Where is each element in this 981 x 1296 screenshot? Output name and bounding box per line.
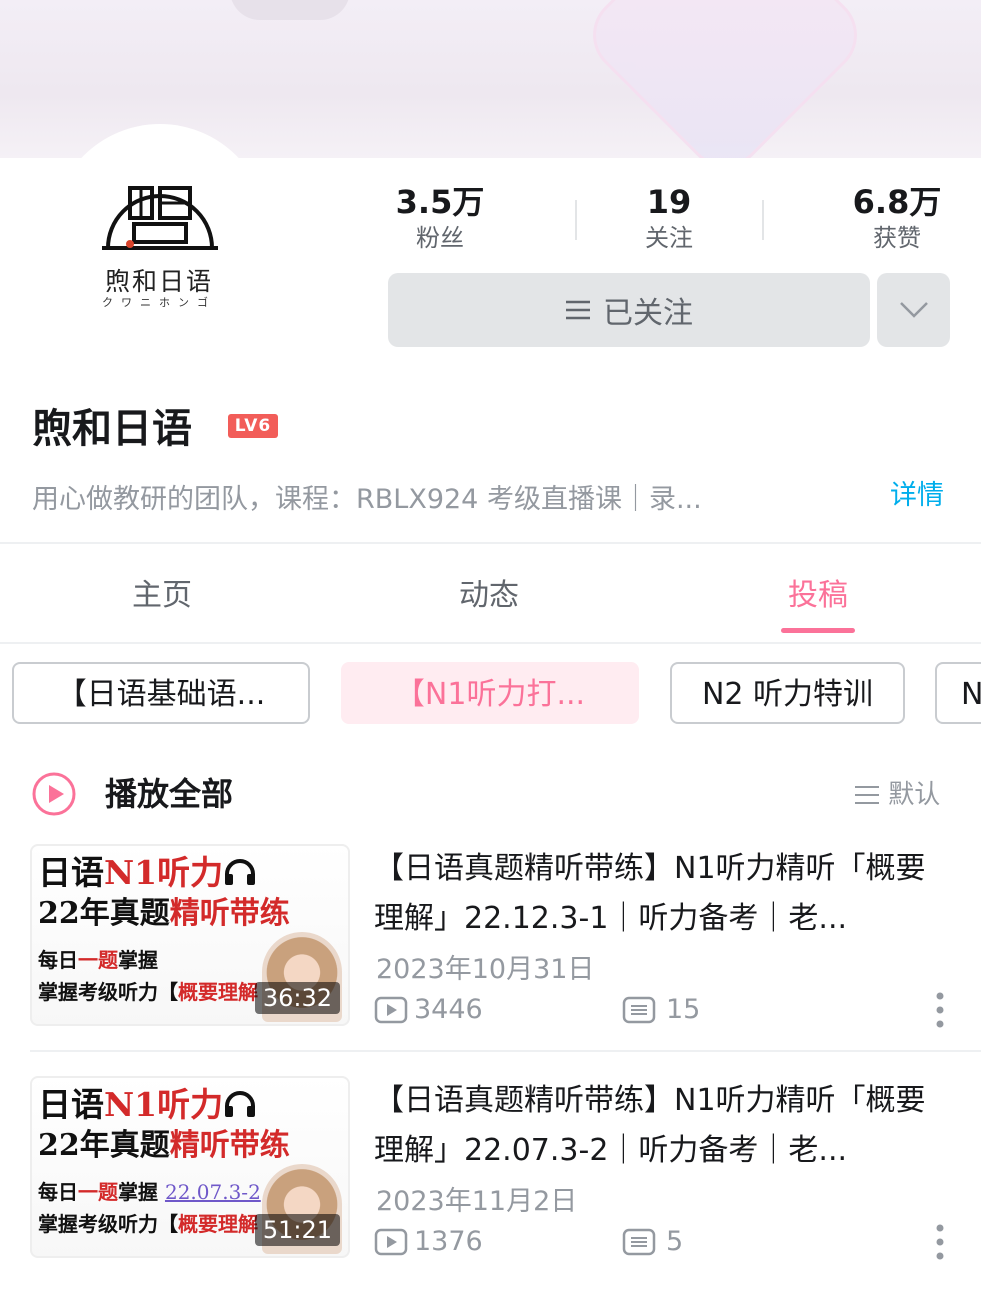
video-stats: 1376 5 xyxy=(374,1222,934,1262)
followed-button-label: 已关注 xyxy=(603,296,693,331)
stat-divider xyxy=(575,200,577,240)
level-badge: LV6 xyxy=(228,414,278,438)
play-count: 3446 xyxy=(374,990,483,1030)
series-chip-more[interactable]: N xyxy=(935,662,981,724)
video-thumbnail[interactable]: 日语N1听力 22年真题精听带练 每日一题掌握 22.07.3-2 掌握考级听力… xyxy=(30,1076,350,1258)
video-thumbnail[interactable]: 日语N1听力 22年真题精听带练 每日一题掌握 掌握考级听力【概要理解 36:3… xyxy=(30,844,350,1026)
avatar-brand-subtitle: クワニホンゴ xyxy=(102,296,216,309)
thumbnail-text: 每日一题掌握 xyxy=(38,948,158,972)
thumbnail-text: 掌握考级听力【概要理解 xyxy=(38,1212,258,1236)
series-chip-n1-listening[interactable]: 【N1听力打... xyxy=(341,662,639,724)
thumbnail-text: 每日一题掌握 22.07.3-2 xyxy=(38,1180,261,1204)
thumbnail-text: 22年真题精听带练 xyxy=(38,896,290,931)
stat-likes-count: 6.8万 xyxy=(852,183,942,221)
thumbnail-text: 22年真题精听带练 xyxy=(38,1128,290,1163)
section-divider xyxy=(0,542,981,544)
video-date: 2023年10月31日 xyxy=(376,954,595,985)
banner-decoration xyxy=(230,0,350,20)
item-divider xyxy=(30,1050,981,1052)
avatar-brand-name: 煦和日语 xyxy=(104,267,213,296)
series-chip-n2-listening[interactable]: N2 听力特训 xyxy=(670,662,905,724)
play-all-button[interactable]: 播放全部 xyxy=(105,772,233,816)
tab-home[interactable]: 主页 xyxy=(82,570,242,614)
stat-fans-count: 3.5万 xyxy=(395,183,485,221)
stat-following[interactable]: 19 关注 xyxy=(589,182,749,254)
more-vertical-icon[interactable] xyxy=(930,990,950,1030)
thumbnail-text: 日语N1听力 xyxy=(38,1078,257,1126)
comment-icon xyxy=(622,1228,656,1256)
play-all-icon[interactable] xyxy=(32,772,76,816)
comment-count: 5 xyxy=(622,1222,683,1262)
stat-following-label: 关注 xyxy=(645,224,693,252)
sort-button[interactable]: 默认 xyxy=(854,776,940,814)
headphones-icon xyxy=(225,1091,256,1117)
video-item[interactable]: 日语N1听力 22年真题精听带练 每日一题掌握 22.07.3-2 掌握考级听力… xyxy=(0,1076,981,1296)
section-divider xyxy=(0,642,981,644)
chevron-down-icon xyxy=(899,302,928,318)
bio-text: 用心做教研的团队，课程：RBLX924 考级直播课｜录... xyxy=(32,484,702,515)
stat-divider xyxy=(762,200,764,240)
brand-logo-icon xyxy=(102,186,218,250)
video-stats: 3446 15 xyxy=(374,990,934,1030)
more-vertical-icon[interactable] xyxy=(930,1222,950,1262)
menu-icon xyxy=(566,300,590,320)
stat-fans[interactable]: 3.5万 粉丝 xyxy=(360,182,520,254)
followed-button[interactable]: 已关注 xyxy=(388,273,870,347)
username: 煦和日语 xyxy=(32,406,192,452)
video-item[interactable]: 日语N1听力 22年真题精听带练 每日一题掌握 掌握考级听力【概要理解 36:3… xyxy=(0,844,981,1064)
series-chip-japanese-basics[interactable]: 【日语基础语... xyxy=(12,662,310,724)
tab-dynamics[interactable]: 动态 xyxy=(409,570,569,614)
stat-likes-label: 获赞 xyxy=(873,224,921,252)
video-title[interactable]: 【日语真题精听带练】N1听力精听「概要理解」22.12.3-1｜听力备考｜老..… xyxy=(374,844,949,944)
stat-following-count: 19 xyxy=(646,183,692,221)
stat-likes[interactable]: 6.8万 获赞 xyxy=(817,182,977,254)
list-icon xyxy=(855,786,879,804)
play-count-icon xyxy=(374,1228,408,1256)
video-duration: 51:21 xyxy=(254,1214,340,1246)
more-options-dropdown-button[interactable] xyxy=(877,273,950,347)
play-count-icon xyxy=(374,996,408,1024)
stat-fans-label: 粉丝 xyxy=(416,224,464,252)
thumbnail-text: 掌握考级听力【概要理解 xyxy=(38,980,258,1004)
banner-decoration xyxy=(576,0,874,158)
bio-detail-link[interactable]: 详情 xyxy=(890,476,944,516)
video-title[interactable]: 【日语真题精听带练】N1听力精听「概要理解」22.07.3-2｜听力备考｜老..… xyxy=(374,1076,949,1176)
tab-uploads[interactable]: 投稿 xyxy=(738,570,898,614)
sort-label: 默认 xyxy=(888,780,941,810)
comment-count: 15 xyxy=(622,990,700,1030)
comment-icon xyxy=(622,996,656,1024)
headphones-icon xyxy=(225,859,256,885)
active-tab-indicator xyxy=(781,628,855,633)
thumbnail-text: 日语N1听力 xyxy=(38,846,257,894)
play-count: 1376 xyxy=(374,1222,483,1262)
video-date: 2023年11月2日 xyxy=(376,1186,578,1217)
video-duration: 36:32 xyxy=(254,982,340,1014)
